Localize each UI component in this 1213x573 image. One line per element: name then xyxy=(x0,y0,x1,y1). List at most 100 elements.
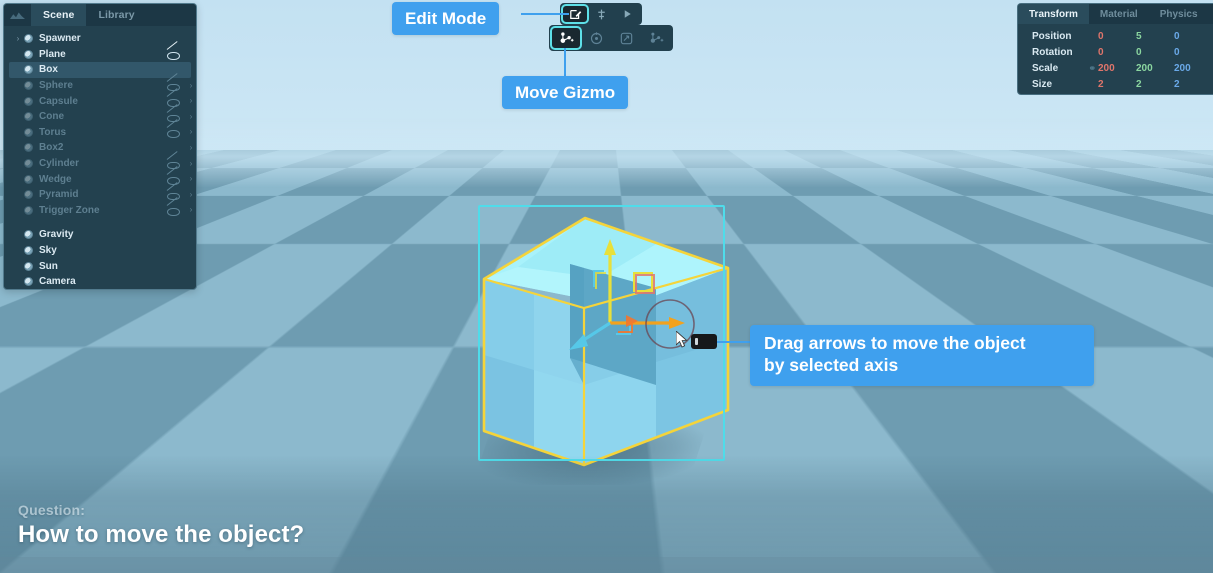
transform-value-x[interactable]: 0 xyxy=(1098,47,1136,58)
visibility-toggle-icon[interactable] xyxy=(24,81,33,91)
transform-value-y[interactable]: 2 xyxy=(1136,79,1174,90)
transform-panel: Transform Material Physics Position 0 5 0 Ro… xyxy=(1017,3,1213,95)
scene-item-spawner[interactable]: › Spawner xyxy=(4,31,196,47)
scene-item-torus[interactable]: Torus › xyxy=(4,125,196,141)
eye-off-icon[interactable] xyxy=(166,96,180,107)
transform-row-label: Size xyxy=(1032,78,1053,90)
scale-gizmo-icon[interactable] xyxy=(611,27,641,49)
transform-value-x[interactable]: 2 xyxy=(1098,79,1136,90)
visibility-toggle-icon[interactable] xyxy=(24,112,33,122)
eye-off-icon[interactable] xyxy=(166,174,180,185)
scene-item-plane[interactable]: Plane xyxy=(4,47,196,63)
chevron-right-icon[interactable]: › xyxy=(186,190,196,199)
transform-value-z[interactable]: 200 xyxy=(1174,63,1212,74)
visibility-toggle-icon[interactable] xyxy=(24,159,33,169)
uniform-lock-icon[interactable]: ⚭ xyxy=(1084,63,1098,74)
callout-drag-hint: Drag arrows to move the object by select… xyxy=(750,325,1094,386)
visibility-toggle-icon[interactable] xyxy=(24,261,33,271)
scene-panel-tabs: Scene Library xyxy=(4,4,196,26)
visibility-toggle-icon[interactable] xyxy=(24,65,33,75)
transform-row-size: Size 2 2 2 xyxy=(1018,76,1213,92)
editor-window: Scene Library › Spawner Plane Box Sphere › Cap… xyxy=(0,0,1213,573)
scene-item-label: Plane xyxy=(39,48,66,60)
chevron-right-icon[interactable]: › xyxy=(186,143,196,152)
transform-gizmo-icon[interactable] xyxy=(641,27,671,49)
scene-item-label: Capsule xyxy=(39,95,78,107)
visibility-toggle-icon[interactable] xyxy=(24,174,33,184)
callout-leader-move-gizmo xyxy=(564,48,566,78)
mountains-logo-icon xyxy=(4,4,31,26)
transform-value-y[interactable]: 5 xyxy=(1136,31,1174,42)
transform-value-z[interactable]: 0 xyxy=(1174,47,1212,58)
scene-item-sun[interactable]: Sun xyxy=(4,258,196,274)
transform-value-z[interactable]: 2 xyxy=(1174,79,1212,90)
rotate-gizmo-icon[interactable] xyxy=(581,27,611,49)
visibility-toggle-icon[interactable] xyxy=(24,190,33,200)
visibility-toggle-icon[interactable] xyxy=(24,34,33,44)
scene-item-cone[interactable]: Cone › xyxy=(4,109,196,125)
scene-item-wedge[interactable]: Wedge › xyxy=(4,171,196,187)
tab-scene[interactable]: Scene xyxy=(31,4,87,26)
visibility-toggle-icon[interactable] xyxy=(24,277,33,287)
chevron-right-icon[interactable]: › xyxy=(186,112,196,121)
gizmo-toolbar[interactable] xyxy=(549,25,673,51)
visibility-toggle-icon[interactable] xyxy=(24,143,33,153)
scene-item-label: Camera xyxy=(39,276,76,288)
visibility-toggle-icon[interactable] xyxy=(24,246,33,256)
transform-value-x[interactable]: 0 xyxy=(1098,31,1136,42)
visibility-toggle-icon[interactable] xyxy=(24,127,33,137)
transform-value-y[interactable]: 200 xyxy=(1136,63,1174,74)
transform-rows: Position 0 5 0 Rotation 0 0 0 Scale ⚭ 200 200 200 Siz… xyxy=(1018,24,1213,92)
tab-physics[interactable]: Physics xyxy=(1149,4,1209,24)
eye-off-icon[interactable] xyxy=(166,81,180,92)
transform-value-x[interactable]: 200 xyxy=(1098,63,1136,74)
scene-item-label: Gravity xyxy=(39,229,74,241)
scene-item-pyramid[interactable]: Pyramid › xyxy=(4,187,196,203)
eye-off-icon[interactable] xyxy=(166,127,180,138)
drag-handle-icon xyxy=(691,334,717,349)
transform-row-rotation: Rotation 0 0 0 xyxy=(1018,44,1213,60)
scene-item-label: Wedge xyxy=(39,173,72,185)
scene-item-label: Spawner xyxy=(39,33,81,45)
play-icon[interactable] xyxy=(614,5,640,23)
scene-item-label: Box xyxy=(39,64,58,76)
scene-panel: Scene Library › Spawner Plane Box Sphere › Cap… xyxy=(3,3,197,290)
visibility-toggle-icon[interactable] xyxy=(24,49,33,59)
visibility-toggle-icon[interactable] xyxy=(24,96,33,106)
scene-item-label: Sky xyxy=(39,245,57,257)
scene-item-trigger-zone[interactable]: Trigger Zone › xyxy=(4,203,196,219)
chevron-right-icon[interactable]: › xyxy=(186,97,196,105)
chevron-right-icon[interactable]: › xyxy=(186,175,196,183)
visibility-toggle-icon[interactable] xyxy=(24,230,33,240)
transform-value-y[interactable]: 0 xyxy=(1136,47,1174,58)
scene-item-capsule[interactable]: Capsule › xyxy=(4,93,196,109)
scene-item-sphere[interactable]: Sphere › xyxy=(4,78,196,94)
scene-object-list[interactable]: › Spawner Plane Box Sphere › Capsule › Cone › Toru… xyxy=(4,26,196,289)
chevron-right-icon[interactable]: › xyxy=(186,81,196,90)
scene-item-sky[interactable]: Sky xyxy=(4,243,196,259)
eye-off-icon[interactable] xyxy=(166,205,180,216)
eye-off-icon[interactable] xyxy=(166,159,180,170)
scene-item-camera[interactable]: Camera xyxy=(4,274,196,289)
scene-item-box[interactable]: Box xyxy=(9,62,191,78)
eye-off-icon[interactable] xyxy=(166,190,180,201)
chevron-right-icon[interactable]: › xyxy=(186,206,196,214)
eye-off-icon[interactable] xyxy=(166,49,180,60)
expand-arrow-icon[interactable]: › xyxy=(12,34,24,43)
scene-item-label: Cylinder xyxy=(39,158,80,170)
scene-item-cylinder[interactable]: Cylinder › xyxy=(4,156,196,172)
snap-icon[interactable] xyxy=(588,5,614,23)
chevron-right-icon[interactable]: › xyxy=(186,128,196,136)
tab-material[interactable]: Material xyxy=(1089,4,1149,24)
mode-toolbar[interactable] xyxy=(560,3,642,25)
chevron-right-icon[interactable]: › xyxy=(186,159,196,168)
scene-item-label: Box2 xyxy=(39,142,64,154)
eye-off-icon[interactable] xyxy=(166,112,180,123)
tab-library[interactable]: Library xyxy=(86,4,146,26)
visibility-toggle-icon[interactable] xyxy=(24,205,33,215)
move-gizmo-icon[interactable] xyxy=(550,26,582,50)
scene-item-gravity[interactable]: Gravity xyxy=(4,227,196,243)
transform-value-z[interactable]: 0 xyxy=(1174,31,1212,42)
scene-item-box2[interactable]: Box2 › xyxy=(4,140,196,156)
tab-transform[interactable]: Transform xyxy=(1018,4,1089,24)
